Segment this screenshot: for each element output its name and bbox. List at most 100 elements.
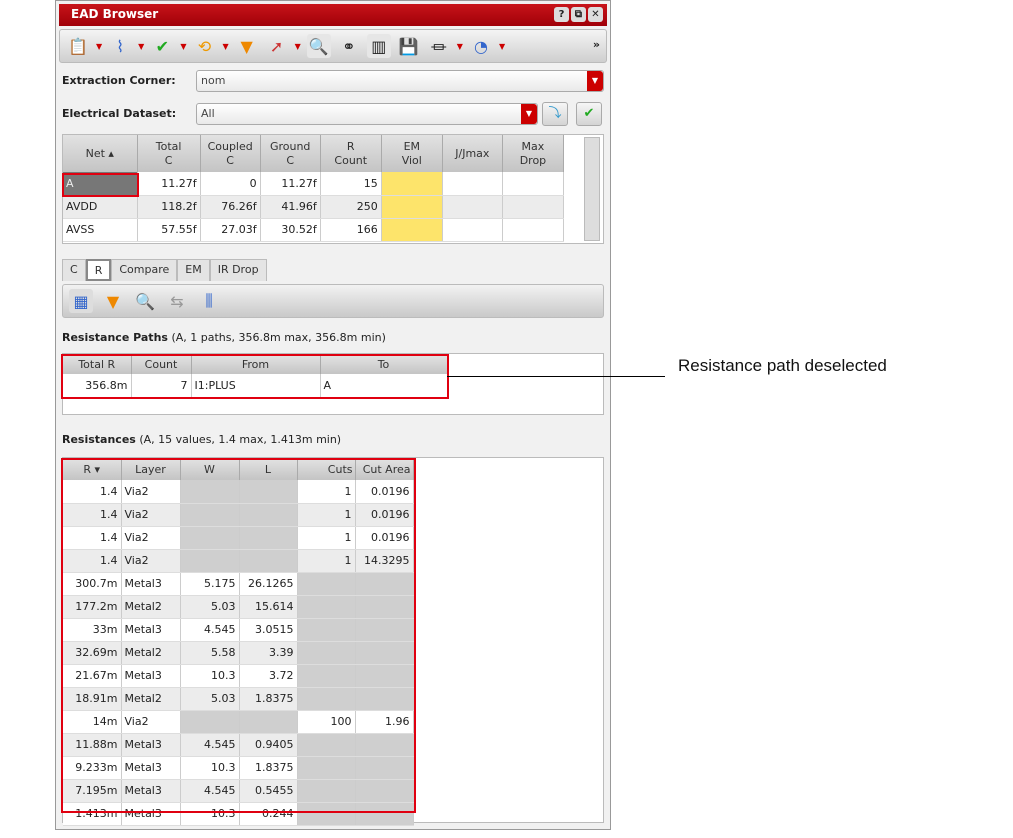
window-title: EAD Browser xyxy=(71,7,159,21)
table-cell xyxy=(297,664,356,688)
table-cell xyxy=(297,779,356,803)
column-header[interactable]: From xyxy=(191,356,321,374)
column-header[interactable]: To xyxy=(320,356,448,374)
column-header[interactable]: Net ▴ xyxy=(63,135,138,172)
net-table-scrollbar[interactable] xyxy=(584,137,600,241)
column-header[interactable]: Layer xyxy=(121,459,181,480)
table-cell: AVSS xyxy=(63,218,138,242)
column-header[interactable]: W xyxy=(180,459,240,480)
select-icon[interactable]: ➚ xyxy=(265,34,289,58)
restore-button[interactable]: ⧉ xyxy=(571,7,586,22)
table-cell: 5.03 xyxy=(180,687,240,711)
tab-ir-drop[interactable]: IR Drop xyxy=(209,259,267,281)
table-cell: 7 xyxy=(131,374,192,398)
report-icon[interactable]: 📋 xyxy=(66,34,90,58)
table-row[interactable]: 1.4 Via2 1 14.3295 xyxy=(63,549,414,573)
import-button[interactable]: ⤵ xyxy=(542,102,568,126)
table-cell: 10.3 xyxy=(180,756,240,780)
binoculars-icon[interactable]: ⚭ xyxy=(337,34,361,58)
check-icon[interactable]: ✔ xyxy=(150,34,174,58)
table-row[interactable]: 356.8m 7 I1:PLUS A xyxy=(63,374,448,398)
table-row[interactable]: 18.91m Metal2 5.03 1.8375 xyxy=(63,687,414,711)
column-header[interactable]: Coupled C xyxy=(200,135,261,172)
table-cell: 1.8375 xyxy=(239,756,298,780)
electrical-dataset-select[interactable]: All ▼ xyxy=(196,103,538,125)
main-toolbar: 📋 ▼ ⌇ ▼ ✔ ▼ ⟲ ▼ ▼ ➚ ▼ 🔍 ⚭ ▥ 💾 ⏛ ▼ ◔ ▼ » xyxy=(59,29,607,63)
column-header[interactable]: EM Viol xyxy=(381,135,443,172)
search-icon[interactable]: 🔍 xyxy=(133,289,157,313)
table-cell: 0.5455 xyxy=(239,779,298,803)
table-row[interactable]: 1.4 Via2 1 0.0196 xyxy=(63,480,414,504)
table-cell: 11.27f xyxy=(137,172,201,196)
table-cell: 32.69m xyxy=(63,641,122,665)
more-tools-button[interactable]: » xyxy=(593,38,600,51)
table-row[interactable]: 9.233m Metal3 10.3 1.8375 xyxy=(63,756,414,780)
callout-line xyxy=(447,376,665,377)
filter-icon[interactable]: ▼ xyxy=(235,34,259,58)
table-cell xyxy=(502,172,565,196)
column-header[interactable]: Ground C xyxy=(260,135,321,172)
zoom-icon[interactable]: 🔍 xyxy=(306,34,331,58)
table-cell: Metal2 xyxy=(121,641,181,665)
table-row[interactable]: AVDD 118.2f 76.26f 41.96f 250 xyxy=(63,195,565,219)
filter-icon[interactable]: ▼ xyxy=(101,289,125,313)
table-cell: 0.0196 xyxy=(355,503,414,527)
table-row[interactable]: 21.67m Metal3 10.3 3.72 xyxy=(63,664,414,688)
close-button[interactable]: ✕ xyxy=(588,7,603,22)
table-cell: 3.39 xyxy=(239,641,298,665)
extraction-corner-select[interactable]: nom ▼ xyxy=(196,70,604,92)
table-row[interactable]: 32.69m Metal2 5.58 3.39 xyxy=(63,641,414,665)
table-row[interactable]: 11.88m Metal3 4.545 0.9405 xyxy=(63,733,414,757)
table-cell: A xyxy=(63,172,138,196)
table-row[interactable]: 1.4 Via2 1 0.0196 xyxy=(63,503,414,527)
column-header[interactable]: R Count xyxy=(320,135,382,172)
table-row[interactable]: 300.7m Metal3 5.175 26.1265 xyxy=(63,572,414,596)
table-cell xyxy=(502,195,565,219)
table-cell: 33m xyxy=(63,618,122,642)
help-button[interactable]: ? xyxy=(554,7,569,22)
table-cell: 10.3 xyxy=(180,802,240,826)
table-row[interactable]: AVSS 57.55f 27.03f 30.52f 166 xyxy=(63,218,565,242)
table-cell xyxy=(355,756,414,780)
net-table: Net ▴ Total C Coupled C Ground CR Count EM V… xyxy=(63,135,565,242)
table-cell xyxy=(180,710,240,734)
table-row[interactable]: 1.413m Metal3 10.3 0.244 xyxy=(63,802,414,826)
save-icon[interactable]: 💾 xyxy=(397,34,421,58)
chevron-down-icon: ▼ xyxy=(587,71,603,91)
layout-icon[interactable]: ▦ xyxy=(69,289,93,313)
netlist-icon[interactable]: ⌇ xyxy=(108,34,132,58)
table-cell: 11.27f xyxy=(260,172,321,196)
compare-icon[interactable]: ⇆ xyxy=(165,289,189,313)
table-row[interactable]: 14m Via2 100 1.96 xyxy=(63,710,414,734)
table-cell xyxy=(297,802,356,826)
column-header[interactable]: Total R xyxy=(63,356,132,374)
column-header[interactable]: Max Drop xyxy=(502,135,565,172)
column-header[interactable]: R ▾ xyxy=(63,459,122,480)
refresh-icon[interactable]: ⟲ xyxy=(192,34,216,58)
table-icon[interactable]: ▥ xyxy=(366,34,391,58)
tab-c[interactable]: C xyxy=(62,259,86,281)
table-cell xyxy=(355,595,414,619)
columns-icon[interactable]: ⫼ xyxy=(197,289,221,313)
tab-compare[interactable]: Compare xyxy=(111,259,178,281)
table-cell: 15.614 xyxy=(239,595,298,619)
table-cell: 26.1265 xyxy=(239,572,298,596)
table-row[interactable]: 33m Metal3 4.545 3.0515 xyxy=(63,618,414,642)
table-cell: Via2 xyxy=(121,526,181,550)
column-header[interactable]: Count xyxy=(131,356,192,374)
table-row[interactable]: 7.195m Metal3 4.545 0.5455 xyxy=(63,779,414,803)
check-options-button[interactable]: ✔ xyxy=(576,102,602,126)
column-header[interactable]: L xyxy=(239,459,298,480)
table-row[interactable]: 1.4 Via2 1 0.0196 xyxy=(63,526,414,550)
gauge-icon[interactable]: ◔ xyxy=(469,34,493,58)
table-row[interactable]: A 11.27f 0 11.27f 15 xyxy=(63,172,565,196)
capacitor-icon[interactable]: ⏛ xyxy=(427,34,451,58)
column-header[interactable]: Total C xyxy=(137,135,201,172)
table-row[interactable]: 177.2m Metal2 5.03 15.614 xyxy=(63,595,414,619)
column-header[interactable]: Cuts xyxy=(297,459,356,480)
tab-em[interactable]: EM xyxy=(177,259,210,281)
column-header[interactable]: Cut Area xyxy=(355,459,414,480)
tab-r[interactable]: R xyxy=(85,259,112,281)
column-header[interactable]: J/Jmax xyxy=(442,135,503,172)
table-cell xyxy=(180,549,240,573)
